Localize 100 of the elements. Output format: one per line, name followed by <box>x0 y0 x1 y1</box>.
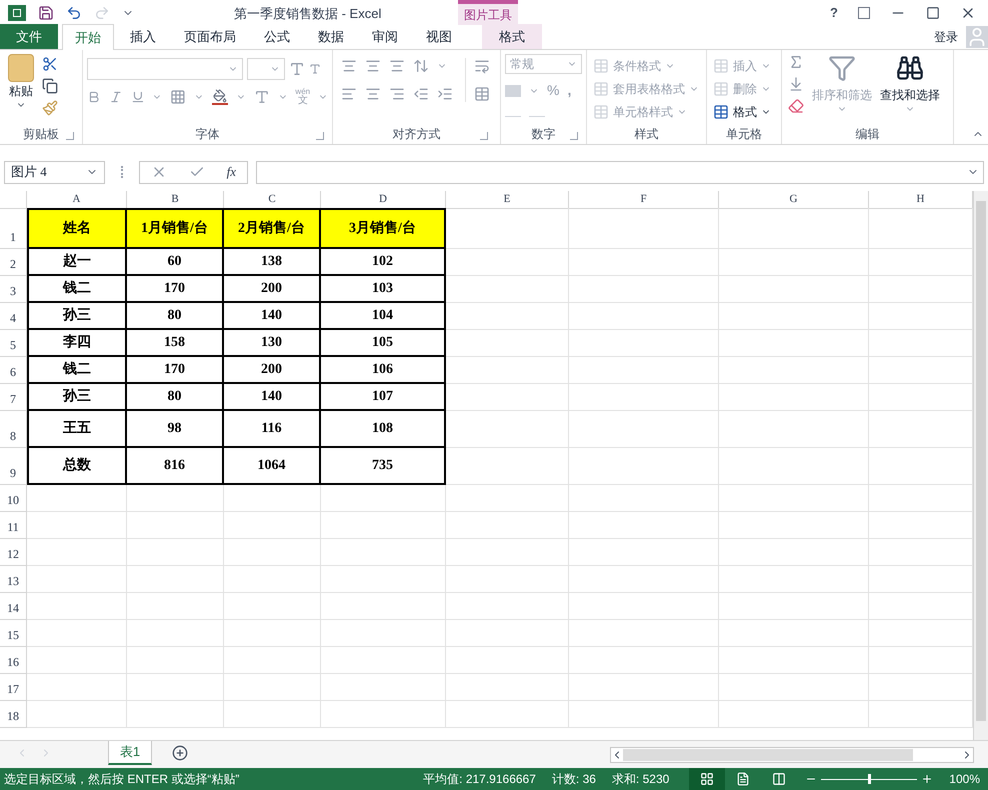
ribbon-tab[interactable]: 审阅 <box>360 24 410 49</box>
table-cell: 116 <box>224 411 321 448</box>
increase-indent-icon[interactable] <box>437 86 453 102</box>
paste-button[interactable]: 粘贴 <box>9 82 33 100</box>
format-painter-icon[interactable] <box>42 100 58 116</box>
table-cell: 138 <box>224 249 321 276</box>
row-header[interactable]: 16 <box>0 647 27 674</box>
dialog-launcher-icon[interactable] <box>316 132 324 140</box>
horizontal-scrollbar[interactable] <box>610 747 974 763</box>
column-header[interactable]: G <box>719 191 869 208</box>
zoom-in-icon[interactable] <box>921 773 934 785</box>
sheet-tab[interactable]: 表1 <box>108 741 152 765</box>
cut-icon[interactable] <box>42 56 58 72</box>
table-cell: 130 <box>224 330 321 357</box>
help-button[interactable]: ? <box>830 2 838 22</box>
maximize-icon[interactable] <box>926 6 940 20</box>
table-cell: 2月销售/台 <box>224 208 321 249</box>
column-header[interactable]: E <box>446 191 569 208</box>
save-icon[interactable] <box>38 4 54 20</box>
dialog-launcher-icon[interactable] <box>570 132 578 140</box>
row-header[interactable]: 15 <box>0 620 27 647</box>
table-cell: 总数 <box>27 448 127 485</box>
copy-icon[interactable] <box>42 78 58 94</box>
font-color-icon[interactable] <box>254 89 270 105</box>
group-label: 数字 <box>532 126 556 143</box>
ribbon-tab[interactable]: 数据 <box>306 24 356 49</box>
decrease-indent-icon[interactable] <box>413 86 429 102</box>
grid-icon <box>700 772 714 786</box>
sign-in-link[interactable]: 登录 <box>934 28 958 46</box>
merge-cells-icon[interactable] <box>474 86 490 102</box>
formula-field[interactable] <box>256 160 984 184</box>
zoom-level[interactable]: 100% <box>949 770 980 788</box>
table-cell: 103 <box>321 276 446 303</box>
clear-icon[interactable] <box>788 98 804 114</box>
redo-icon[interactable] <box>94 4 110 20</box>
middle-align-icon[interactable] <box>365 58 381 74</box>
undo-icon[interactable] <box>66 4 82 20</box>
dialog-launcher-icon[interactable] <box>66 132 74 140</box>
fill-color-icon[interactable] <box>212 89 228 105</box>
orientation-icon[interactable] <box>413 58 429 74</box>
ribbon-tab[interactable]: 格式 <box>482 24 542 49</box>
row-header[interactable]: 17 <box>0 674 27 701</box>
avatar-icon[interactable] <box>966 26 988 48</box>
style-icon <box>593 80 609 96</box>
table-cell: 200 <box>224 276 321 303</box>
shrink-font-icon[interactable] <box>309 63 321 75</box>
table-cell: 104 <box>321 303 446 330</box>
group-label: 样式 <box>634 126 658 143</box>
table-cell: 735 <box>321 448 446 485</box>
underline-icon[interactable] <box>130 90 144 104</box>
ribbon-display-icon[interactable] <box>858 6 870 18</box>
cells-icon <box>713 58 729 74</box>
zoom-thumb[interactable] <box>868 774 872 784</box>
table-cell: 105 <box>321 330 446 357</box>
top-align-icon[interactable] <box>341 58 357 74</box>
bold-icon[interactable] <box>87 90 101 104</box>
borders-icon[interactable] <box>170 89 186 105</box>
column-header[interactable]: F <box>569 191 719 208</box>
table-cell: 80 <box>127 384 224 411</box>
cells-button[interactable]: 格式 <box>733 102 757 120</box>
status-count: 计数: 36 <box>552 771 596 788</box>
view-button[interactable] <box>689 768 726 790</box>
row-header[interactable]: 12 <box>0 539 27 566</box>
ribbon-tab[interactable]: 开始 <box>62 24 114 50</box>
row-header[interactable]: 13 <box>0 566 27 593</box>
ribbon-tab[interactable]: 文件 <box>0 24 58 49</box>
italic-icon[interactable] <box>108 90 123 104</box>
name-box[interactable]: 图片 4 <box>4 160 105 184</box>
align-right-icon[interactable] <box>389 86 405 102</box>
page-icon <box>736 772 750 786</box>
table-cell: 钱二 <box>27 276 127 303</box>
excel-logo-icon[interactable] <box>8 4 26 20</box>
cells-icon <box>713 80 729 96</box>
align-left-icon[interactable] <box>341 86 357 102</box>
ribbon-tab[interactable]: 视图 <box>414 24 464 49</box>
font-size-field[interactable] <box>247 58 285 80</box>
row-header[interactable]: 14 <box>0 593 27 620</box>
table-cell: 1月销售/台 <box>127 208 224 249</box>
ribbon-tab[interactable]: 插入 <box>118 24 168 49</box>
group-label: 对齐方式 <box>392 126 440 143</box>
align-center-icon[interactable] <box>365 86 381 102</box>
grow-font-icon[interactable] <box>289 61 305 77</box>
row-header[interactable]: 11 <box>0 512 27 539</box>
table-cell: 140 <box>224 303 321 330</box>
row-header[interactable]: 10 <box>0 485 27 512</box>
insert-function-button[interactable]: fx <box>226 162 236 182</box>
wrap-text-icon[interactable] <box>474 58 490 74</box>
bottom-align-icon[interactable] <box>389 58 405 74</box>
fill-icon[interactable] <box>788 76 804 92</box>
select-all-corner[interactable] <box>0 191 27 208</box>
ribbon-tab[interactable]: 公式 <box>252 24 302 49</box>
vertical-scrollbar[interactable] <box>973 191 988 740</box>
table-cell: 98 <box>127 411 224 448</box>
zoom-slider[interactable] <box>821 774 918 784</box>
font-name-field[interactable] <box>87 58 243 80</box>
new-sheet-icon[interactable] <box>172 745 188 761</box>
ribbon-tab[interactable]: 页面布局 <box>172 24 248 49</box>
dialog-launcher-icon[interactable] <box>480 132 488 140</box>
row-header[interactable]: 18 <box>0 701 27 728</box>
find-select-button[interactable]: 查找和选择 <box>880 86 940 104</box>
